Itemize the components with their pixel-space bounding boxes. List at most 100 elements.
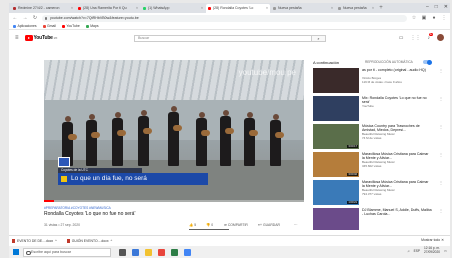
- download-item[interactable]: GUIÓN EVENTO....docx ^: [66, 238, 113, 243]
- close-icon[interactable]: ✕: [441, 238, 444, 242]
- video-player[interactable]: youtube/mou pe Coyotes de la UTC Lo que …: [44, 60, 304, 202]
- browser-tab[interactable]: (1) WhatsApp ×: [141, 4, 205, 13]
- browser-tab[interactable]: Nueva pestaña ×: [271, 4, 335, 13]
- file-explorer-icon[interactable]: [145, 248, 152, 256]
- bookmark-gmail[interactable]: Gmail: [42, 24, 56, 28]
- notifications-bell-icon[interactable]: ♪ 9+: [428, 32, 433, 41]
- caption-accent-icon: [61, 176, 67, 182]
- dislike-button[interactable]: 👎 0: [206, 223, 213, 227]
- window-controls: – □ ✕: [426, 4, 448, 10]
- browser-window: Redmine 27/4/2 - cameron × (28) Una Ramer…: [9, 3, 450, 258]
- edge-browser-icon[interactable]: [132, 248, 139, 256]
- star-icon[interactable]: ☆: [411, 15, 417, 21]
- close-tab-icon[interactable]: ×: [266, 4, 268, 13]
- tab-favicon-icon: [143, 7, 146, 10]
- more-options-icon[interactable]: ⋮: [439, 124, 443, 129]
- bookmark-apps[interactable]: Aplicaciones: [13, 24, 37, 28]
- language-indicator[interactable]: ESP: [414, 249, 420, 253]
- extensions-icon[interactable]: ▣: [421, 15, 427, 21]
- like-button[interactable]: 👍 5: [189, 223, 196, 227]
- more-options-icon[interactable]: ⋮: [439, 208, 443, 213]
- close-tab-icon[interactable]: ×: [372, 4, 374, 13]
- video-thumbnail[interactable]: 1:00:21: [313, 180, 359, 205]
- more-options-icon[interactable]: ⋮: [439, 180, 443, 185]
- video-actions-row: 31 vistas • 27 sep. 2020 👍 5 👎 0 ➦ COMPARTI…: [44, 222, 304, 230]
- video-thumbnail[interactable]: [313, 68, 359, 93]
- reload-icon[interactable]: ↻: [32, 15, 38, 21]
- youtube-logo[interactable]: YouTube MX: [24, 35, 57, 41]
- video-progress-bar[interactable]: [44, 200, 304, 202]
- browser-tab[interactable]: Nueva pestaña ×: [336, 4, 376, 13]
- browser-tab-active[interactable]: (28) Rondalla Coyotes 'Lo ×: [206, 4, 270, 13]
- video-metadata: #PREPARATORIA #COYOTES #NEWMUSICA Rondal…: [44, 206, 304, 230]
- back-arrow-icon[interactable]: ←: [12, 15, 18, 21]
- minimize-button[interactable]: –: [426, 4, 429, 10]
- hamburger-menu-icon[interactable]: ≡: [15, 35, 19, 41]
- more-options-icon[interactable]: ⋮: [439, 96, 443, 101]
- chevron-up-icon[interactable]: ^: [111, 239, 113, 243]
- chrome-icon[interactable]: [184, 248, 191, 256]
- windows-start-icon[interactable]: [11, 247, 21, 257]
- volume-icon[interactable]: ♫: [407, 249, 409, 253]
- close-window-button[interactable]: ✕: [444, 4, 448, 10]
- share-button[interactable]: ➦ COMPARTIR: [224, 223, 248, 227]
- profile-icon[interactable]: ●: [431, 15, 437, 21]
- musician-figure: [138, 110, 149, 166]
- bookmark-youtube[interactable]: YouTube: [61, 24, 80, 28]
- taskbar-search-input[interactable]: Escribe aquí para buscar: [23, 247, 111, 257]
- show-all-downloads-link[interactable]: Mostrar todo ✕: [421, 238, 444, 242]
- recommended-title: Maravillosa Música Cristiana para Calmar…: [362, 152, 429, 160]
- recommended-video[interactable]: as por ti - completo (original - audio H…: [313, 68, 445, 95]
- create-video-icon[interactable]: ▭: [399, 35, 404, 41]
- store-icon[interactable]: [158, 248, 165, 256]
- browser-tab[interactable]: (28) Una Ramerita Por ti Qu ×: [76, 4, 140, 13]
- recommended-video[interactable]: DJ Blamme, Manuel S, Addle, Duffs, Malib…: [313, 208, 445, 230]
- more-options-icon[interactable]: ⋮: [439, 68, 443, 73]
- autoplay-toggle[interactable]: [423, 59, 432, 65]
- close-tab-icon[interactable]: ×: [136, 4, 138, 13]
- recommended-video[interactable]: 3:00:02 Maravillosa Música Cristiana par…: [313, 152, 445, 179]
- recommended-video[interactable]: Mix: Rondalla Coyotes 'Lo que no fue no …: [313, 96, 445, 123]
- start-logo-pane: [16, 252, 19, 255]
- apps-grid-icon[interactable]: ⋮⋮: [411, 35, 421, 41]
- forward-arrow-icon[interactable]: →: [22, 15, 28, 21]
- recommended-video[interactable]: 1:00:21 Maravillosa Música Cristiana par…: [313, 180, 445, 207]
- search-icon[interactable]: ⌕: [312, 35, 326, 42]
- recommended-title: Maravillosa Música Cristiana para Calmar…: [362, 180, 429, 188]
- address-url: youtube.com/watch?v=7QtRHbVB0w&feature=y…: [50, 15, 139, 20]
- tab-favicon-icon: [273, 7, 276, 10]
- video-hashtags[interactable]: #PREPARATORIA #COYOTES #NEWMUSICA: [44, 206, 304, 210]
- avatar[interactable]: [437, 34, 444, 41]
- maximize-button[interactable]: □: [435, 4, 438, 10]
- like-ratio-fill: [189, 229, 229, 230]
- chevron-up-icon[interactable]: ^: [55, 239, 57, 243]
- menu-dots-icon[interactable]: ⋮: [441, 15, 447, 21]
- recommended-meta: 119 M de vistas • hace 9 años: [362, 79, 402, 84]
- downloads-bar: EVENTO DE DE....docx ^ GUIÓN EVENTO....do…: [9, 235, 450, 245]
- notifications-icon[interactable]: ▭: [444, 249, 447, 253]
- youtube-search-input[interactable]: Buscar: [134, 35, 312, 42]
- guitar-figure: [143, 128, 152, 134]
- video-thumbnail[interactable]: [313, 208, 359, 230]
- download-item[interactable]: EVENTO DE DE....docx ^: [12, 238, 57, 243]
- more-actions-icon[interactable]: ⋯: [294, 223, 297, 227]
- bookmark-maps[interactable]: Maps: [85, 24, 99, 28]
- more-options-icon[interactable]: ⋮: [439, 152, 443, 157]
- browser-tab[interactable]: Redmine 27/4/2 - cameron ×: [11, 4, 75, 13]
- new-tab-button[interactable]: +: [377, 4, 385, 13]
- save-button[interactable]: ≡+ GUARDAR: [258, 223, 280, 227]
- video-thumbnail[interactable]: 3:00:17: [313, 124, 359, 149]
- close-tab-icon[interactable]: ×: [331, 4, 333, 13]
- recommended-title: DJ Blamme, Manuel S, Addle, Duffs, Malib…: [362, 208, 432, 216]
- address-bar[interactable]: youtube.com/watch?v=7QtRHbVB0w&feature=y…: [42, 14, 407, 22]
- close-tab-icon[interactable]: ×: [201, 4, 203, 13]
- task-view-icon[interactable]: [119, 248, 126, 256]
- system-clock[interactable]: 12:16 p. m. 27/09/2020: [424, 246, 440, 254]
- excel-icon[interactable]: [171, 248, 178, 256]
- musician-figure: [196, 112, 207, 166]
- video-thumbnail[interactable]: [313, 96, 359, 121]
- recommended-video[interactable]: 3:00:17 Música Country para Trasnoches d…: [313, 124, 445, 151]
- close-tab-icon[interactable]: ×: [71, 4, 73, 13]
- video-thumbnail[interactable]: 3:00:02: [313, 152, 359, 177]
- video-progress-fill: [44, 200, 55, 202]
